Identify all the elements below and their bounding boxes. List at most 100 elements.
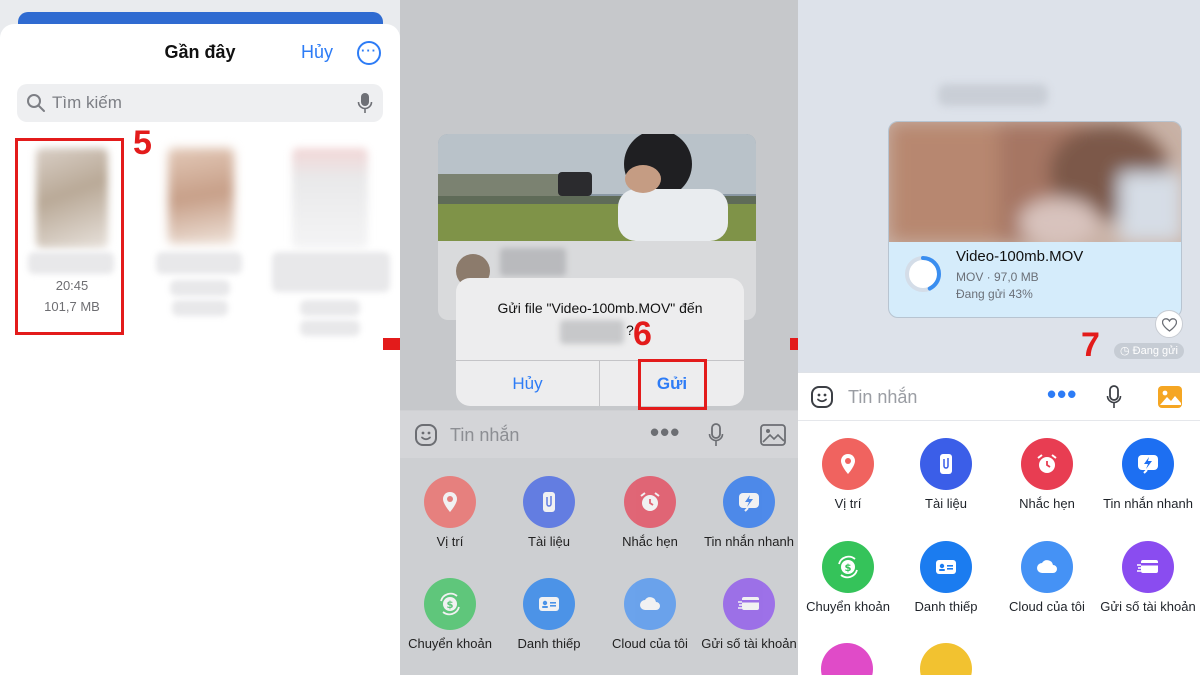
paperclip-document-icon (920, 438, 972, 490)
money-transfer-icon: $ (424, 578, 476, 630)
alarm-clock-icon (1021, 438, 1073, 490)
tool-item[interactable]: Tài liệu (499, 476, 599, 550)
file-meta-blurred (300, 300, 360, 316)
lightning-message-icon (1122, 438, 1174, 490)
tool-label: Nhắc hẹn (1019, 496, 1075, 511)
bank-card-icon (723, 578, 775, 630)
heart-icon (1162, 318, 1177, 332)
tool-label: Tin nhắn nhanh (1103, 496, 1193, 511)
tool-item[interactable]: Tài liệu (896, 438, 996, 512)
tool-label: Vị trí (834, 496, 862, 511)
tool-label: Gửi số tài khoản (1100, 599, 1196, 614)
microphone-icon[interactable] (357, 92, 373, 114)
message-composer: Tin nhắn ••• (798, 372, 1200, 420)
contact-card-icon (920, 541, 972, 593)
step-number-6: 6 (633, 315, 652, 353)
video-preview (889, 122, 1181, 242)
file-name-blurred (272, 252, 390, 292)
sending-status-badge: ◷ Đang gửi (1114, 343, 1184, 359)
tool-label: Tài liệu (925, 496, 967, 511)
tool-item[interactable]: Gửi số tài khoản (1098, 541, 1198, 615)
microphone-icon[interactable] (1106, 385, 1122, 409)
more-dots-icon[interactable]: ••• (1047, 379, 1077, 410)
recent-files-sheet: Gần đây Hủy ··· Tìm kiếm 20:45 101,7 MB (0, 24, 400, 675)
confirm-send-panel: Gửi file "Video-100mb.MOV" đến ? Hủy Gửi… (400, 0, 798, 675)
cloud-icon (1021, 541, 1073, 593)
tool-item[interactable]: Tin nhắn nhanh (1098, 438, 1198, 512)
tool-label: Cloud của tôi (1009, 599, 1085, 614)
dialog-cancel-button[interactable]: Hủy (456, 374, 599, 394)
step-number-7: 7 (1081, 326, 1100, 364)
search-placeholder: Tìm kiếm (52, 93, 122, 112)
file-meta-blurred (172, 300, 228, 316)
tool-label: Vị trí (436, 534, 464, 549)
tool-label: Chuyển khoản (408, 636, 492, 651)
tool-item[interactable]: Danh thiếp (499, 578, 599, 652)
message-composer: Tin nhắn ••• (400, 410, 798, 458)
tool-item[interactable]: Nhắc hẹn (997, 438, 1097, 512)
clock-icon: ◷ (1120, 345, 1133, 357)
image-gallery-icon[interactable] (1157, 385, 1183, 409)
tool-label: Nhắc hẹn (622, 534, 678, 549)
location-pin-icon (424, 476, 476, 528)
file-picker-panel: Gần đây Hủy ··· Tìm kiếm 20:45 101,7 MB (0, 0, 400, 675)
file-thumbnail (168, 148, 234, 244)
tool-label: Tài liệu (528, 534, 570, 549)
more-options-icon[interactable]: ··· (357, 41, 381, 65)
bank-card-icon (1122, 541, 1174, 593)
svg-text:$: $ (447, 600, 454, 611)
tool-label: Danh thiếp (517, 636, 581, 651)
tool-item[interactable]: $ Chuyển khoản (798, 541, 898, 615)
sending-status-text: Đang gửi (1132, 345, 1178, 357)
location-pin-icon (822, 438, 874, 490)
tool-item[interactable]: Danh thiếp (896, 541, 996, 615)
alarm-clock-icon (624, 476, 676, 528)
message-input[interactable]: Tin nhắn (848, 387, 917, 408)
file-thumbnail (292, 148, 368, 248)
emoji-sticker-icon[interactable] (414, 423, 438, 447)
upload-progress-ring (905, 256, 941, 292)
react-heart-button[interactable] (1155, 310, 1183, 338)
date-separator-blurred (938, 84, 1048, 106)
tool-item[interactable]: Cloud của tôi (600, 578, 700, 652)
tool-label: Gửi số tài khoản (701, 636, 797, 651)
svg-text:$: $ (845, 563, 852, 574)
file-meta-blurred (170, 280, 230, 296)
tool-item[interactable]: Cloud của tôi (997, 541, 1097, 615)
search-icon (27, 94, 45, 112)
photo-preview (438, 134, 756, 241)
paperclip-document-icon (523, 476, 575, 528)
file-meta-blurred (300, 320, 360, 336)
tool-item[interactable]: Gửi số tài khoản (699, 578, 798, 652)
file-message-bubble[interactable]: Video-100mb.MOV MOV · 97,0 MB Đang gửi 4… (888, 121, 1182, 318)
microphone-icon[interactable] (708, 423, 724, 447)
contact-name-blurred (500, 248, 566, 276)
sending-progress-panel: Video-100mb.MOV MOV · 97,0 MB Đang gửi 4… (798, 0, 1200, 675)
message-input[interactable]: Tin nhắn (450, 425, 519, 446)
sheet-title: Gần đây (164, 42, 236, 62)
tool-label: Danh thiếp (914, 599, 978, 614)
tool-label: Cloud của tôi (612, 636, 688, 651)
tool-label: Chuyển khoản (806, 599, 890, 614)
cloud-icon (624, 578, 676, 630)
money-transfer-icon: $ (822, 541, 874, 593)
cancel-button[interactable]: Hủy (301, 42, 333, 63)
tool-label: Tin nhắn nhanh (704, 534, 794, 549)
search-field[interactable]: Tìm kiếm (17, 84, 383, 122)
file-meta: MOV · 97,0 MB (956, 270, 1039, 284)
lightning-message-icon (723, 476, 775, 528)
dialog-message: Gửi file "Video-100mb.MOV" đến (497, 300, 703, 316)
step-number-5: 5 (133, 124, 152, 162)
emoji-sticker-icon[interactable] (810, 385, 834, 409)
tool-item[interactable]: Vị trí (798, 438, 898, 512)
tool-item[interactable]: Nhắc hẹn (600, 476, 700, 550)
file-name-blurred (156, 252, 242, 274)
tool-item[interactable]: Vị trí (400, 476, 500, 550)
contact-card-icon (523, 578, 575, 630)
highlight-box-file (15, 138, 124, 335)
upload-status: Đang gửi 43% (956, 287, 1033, 301)
image-gallery-icon[interactable] (760, 423, 786, 447)
more-dots-icon[interactable]: ••• (650, 417, 680, 448)
tool-item[interactable]: $ Chuyển khoản (400, 578, 500, 652)
tool-item[interactable]: Tin nhắn nhanh (699, 476, 798, 550)
